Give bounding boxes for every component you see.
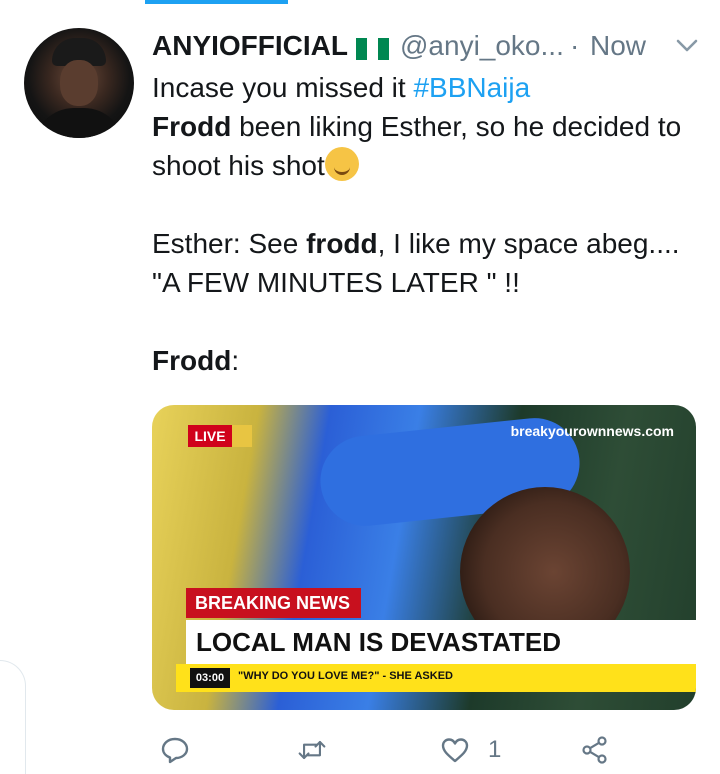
tweet-text-line: , I like my space abeg.... (377, 228, 680, 259)
share-icon (582, 736, 607, 764)
like-button[interactable]: 1 (440, 730, 501, 770)
like-count: 1 (488, 736, 502, 763)
separator-dot: · (570, 30, 580, 61)
timestamp[interactable]: Now (590, 30, 646, 62)
tweet-text-bold-name: Frodd (152, 111, 232, 142)
nigeria-flag-icon (356, 38, 389, 60)
display-name[interactable]: ANYIOFFICIAL (152, 30, 348, 62)
chevron-down-icon[interactable] (674, 36, 700, 56)
tweet-text-line: been liking Esther, so he decided to sho… (152, 111, 682, 181)
tweet-text-line: Esther: See (152, 228, 307, 259)
avatar[interactable] (24, 28, 134, 138)
tweet-text-line: : (231, 345, 240, 376)
retweet-button[interactable] (297, 730, 327, 770)
avatar-face (60, 60, 98, 106)
smirking-face-emoji-icon (324, 147, 359, 181)
ticker-text: "WHY DO YOU LOVE ME?" - SHE ASKED (238, 670, 453, 682)
share-button[interactable] (580, 730, 610, 770)
tweet-text-bold-name: frodd (306, 228, 378, 259)
news-headline: LOCAL MAN IS DEVASTATED (186, 620, 696, 664)
tweet-text: Incase you missed it #BBNaija Frodd been… (152, 68, 712, 380)
tweet-text-bold-name: Frodd (152, 345, 232, 376)
breaking-news-label: BREAKING NEWS (186, 588, 361, 618)
tweet-text-intro: Incase you missed it (152, 72, 414, 103)
reply-icon (161, 737, 189, 764)
tweet-text-line: "A FEW MINUTES LATER " !! (152, 267, 520, 298)
news-source-url: breakyourownnews.com (510, 423, 674, 439)
floating-panel-edge (0, 660, 26, 774)
like-icon (441, 738, 469, 763)
hashtag-link[interactable]: #BBNaija (413, 72, 530, 103)
avatar-shirt (34, 108, 124, 138)
tweet-header: ANYIOFFICIAL @anyi_oko... · Now (152, 28, 700, 68)
user-handle[interactable]: @anyi_oko... (400, 30, 564, 62)
live-badge-strip (232, 425, 252, 447)
tweet-media-image[interactable]: LIVE breakyourownnews.com BREAKING NEWS … (152, 405, 696, 710)
live-badge: LIVE (188, 425, 232, 447)
news-ticker: 03:00 "WHY DO YOU LOVE ME?" - SHE ASKED (176, 664, 696, 692)
active-tab-indicator (145, 0, 288, 4)
tweet-actions: 1 (152, 730, 672, 770)
retweet-icon (298, 741, 326, 759)
ticker-clock: 03:00 (190, 668, 230, 688)
reply-button[interactable] (160, 730, 190, 770)
